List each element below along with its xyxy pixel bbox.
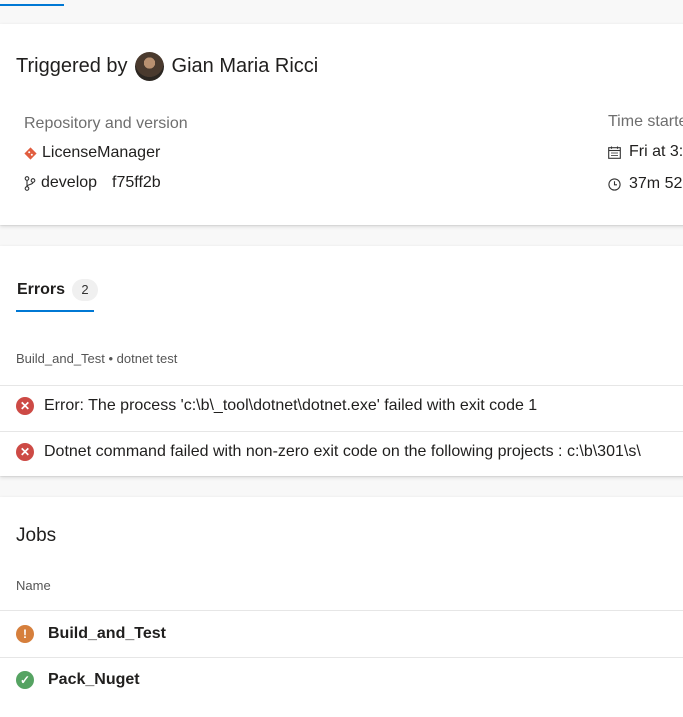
repository-name: LicenseManager [42,144,161,161]
divider [0,610,683,611]
time-started-heading: Time starte [608,113,683,130]
divider [0,431,683,432]
errors-count-badge: 2 [72,279,99,301]
calendar-icon [608,146,621,159]
error-row[interactable]: ✕ Error: The process 'c:\b\_tool\dotnet\… [16,397,537,415]
error-icon: ✕ [16,397,34,415]
error-row[interactable]: ✕ Dotnet command failed with non-zero ex… [16,443,641,461]
error-group-label[interactable]: Build_and_Test • dotnet test [16,351,177,366]
run-summary-card: Triggered by Gian Maria Ricci Repository… [0,24,683,225]
errors-tab-indicator [16,310,94,312]
error-message: Dotnet command failed with non-zero exit… [44,443,641,460]
warning-icon: ! [16,625,34,643]
triggered-by: Triggered by Gian Maria Ricci [16,52,318,81]
jobs-title: Jobs [16,525,57,546]
time-started: Fri at 3: [608,143,683,161]
git-repo-icon [24,146,37,160]
tab-errors[interactable]: Errors 2 [17,279,99,301]
run-duration: 37m 52 [608,175,682,193]
error-message: Error: The process 'c:\b\_tool\dotnet\do… [44,397,538,414]
job-row-pack-nuget[interactable]: ✓ Pack_Nuget [16,671,140,689]
branch-icon [24,175,36,191]
repository-link[interactable]: LicenseManager [24,144,160,162]
triggered-by-label: Triggered by [16,55,128,77]
error-icon: ✕ [16,443,34,461]
job-row-build-and-test[interactable]: ! Build_and_Test [16,625,166,643]
job-name: Pack_Nuget [48,671,140,688]
run-duration-value: 37m 52 [629,175,683,192]
jobs-card: Jobs Name ! Build_and_Test ✓ Pack_Nuget [0,497,683,717]
repository-heading: Repository and version [24,115,188,132]
triggered-by-user[interactable]: Gian Maria Ricci [172,55,319,78]
clock-icon [608,177,621,191]
errors-tab-label: Errors [17,281,66,298]
divider [0,385,683,386]
divider [0,657,683,658]
commit-hash[interactable]: f75ff2b [112,174,161,192]
jobs-name-column-header: Name [16,578,51,593]
errors-card: Errors 2 Build_and_Test • dotnet test ✕ … [0,246,683,476]
avatar [134,52,164,81]
success-icon: ✓ [16,671,34,689]
time-started-value: Fri at 3: [629,143,683,160]
job-name: Build_and_Test [48,625,166,642]
active-tab-indicator [0,4,64,6]
branch-info: develop f75ff2b [24,174,161,192]
branch-name[interactable]: develop [41,174,97,192]
